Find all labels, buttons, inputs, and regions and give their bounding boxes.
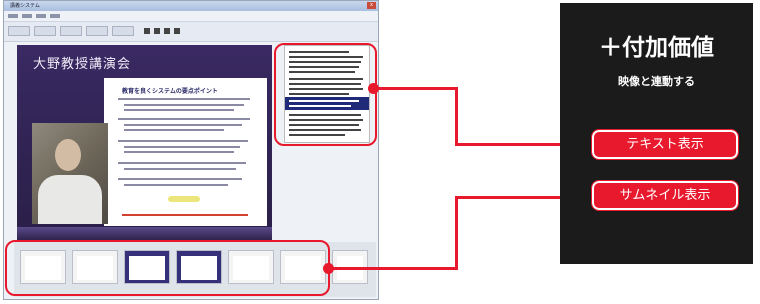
window-title: 講義システム <box>10 3 40 9</box>
connector-line <box>373 87 457 90</box>
connector-line <box>328 267 457 270</box>
slide-content: 教育を良くシステムの要点ポイント <box>104 78 267 226</box>
toolbar <box>4 22 378 42</box>
play-icon[interactable] <box>144 28 150 34</box>
highlight-pill <box>168 196 200 202</box>
menu-item[interactable] <box>22 14 32 18</box>
feature-title: ＋付加価値 <box>599 35 714 61</box>
thumbnail-display-label: サムネイル表示 <box>591 180 739 211</box>
lecture-video[interactable] <box>32 123 108 224</box>
speaker-face <box>55 139 81 171</box>
window-titlebar: 講義システム x <box>4 1 378 11</box>
feature-subtitle: 映像と連動する <box>618 75 695 88</box>
speaker-body <box>38 175 102 224</box>
menu-bar <box>4 11 378 22</box>
toolbar-button[interactable] <box>112 26 134 36</box>
pause-icon[interactable] <box>154 28 160 34</box>
menu-item[interactable] <box>8 14 18 18</box>
stop-icon[interactable] <box>164 28 170 34</box>
toolbar-button[interactable] <box>86 26 108 36</box>
close-icon[interactable]: x <box>367 2 376 9</box>
slide-heading: 教育を良くシステムの要点ポイント <box>122 88 218 95</box>
toolbar-button[interactable] <box>34 26 56 36</box>
connector-line <box>455 196 458 270</box>
menu-item[interactable] <box>36 14 46 18</box>
slide-title: 大野教授講演会 <box>33 57 132 72</box>
thumbnail-highlight <box>5 240 330 296</box>
menu-item[interactable] <box>50 14 60 18</box>
toolbar-button[interactable] <box>8 26 30 36</box>
slide-view: 大野教授講演会 教育を良くシステムの要点ポイント <box>17 45 272 241</box>
text-panel-highlight <box>274 43 377 146</box>
text-display-label: テキスト表示 <box>591 129 739 160</box>
toolbar-button[interactable] <box>60 26 82 36</box>
connector-line <box>455 87 458 146</box>
next-icon[interactable] <box>174 28 180 34</box>
